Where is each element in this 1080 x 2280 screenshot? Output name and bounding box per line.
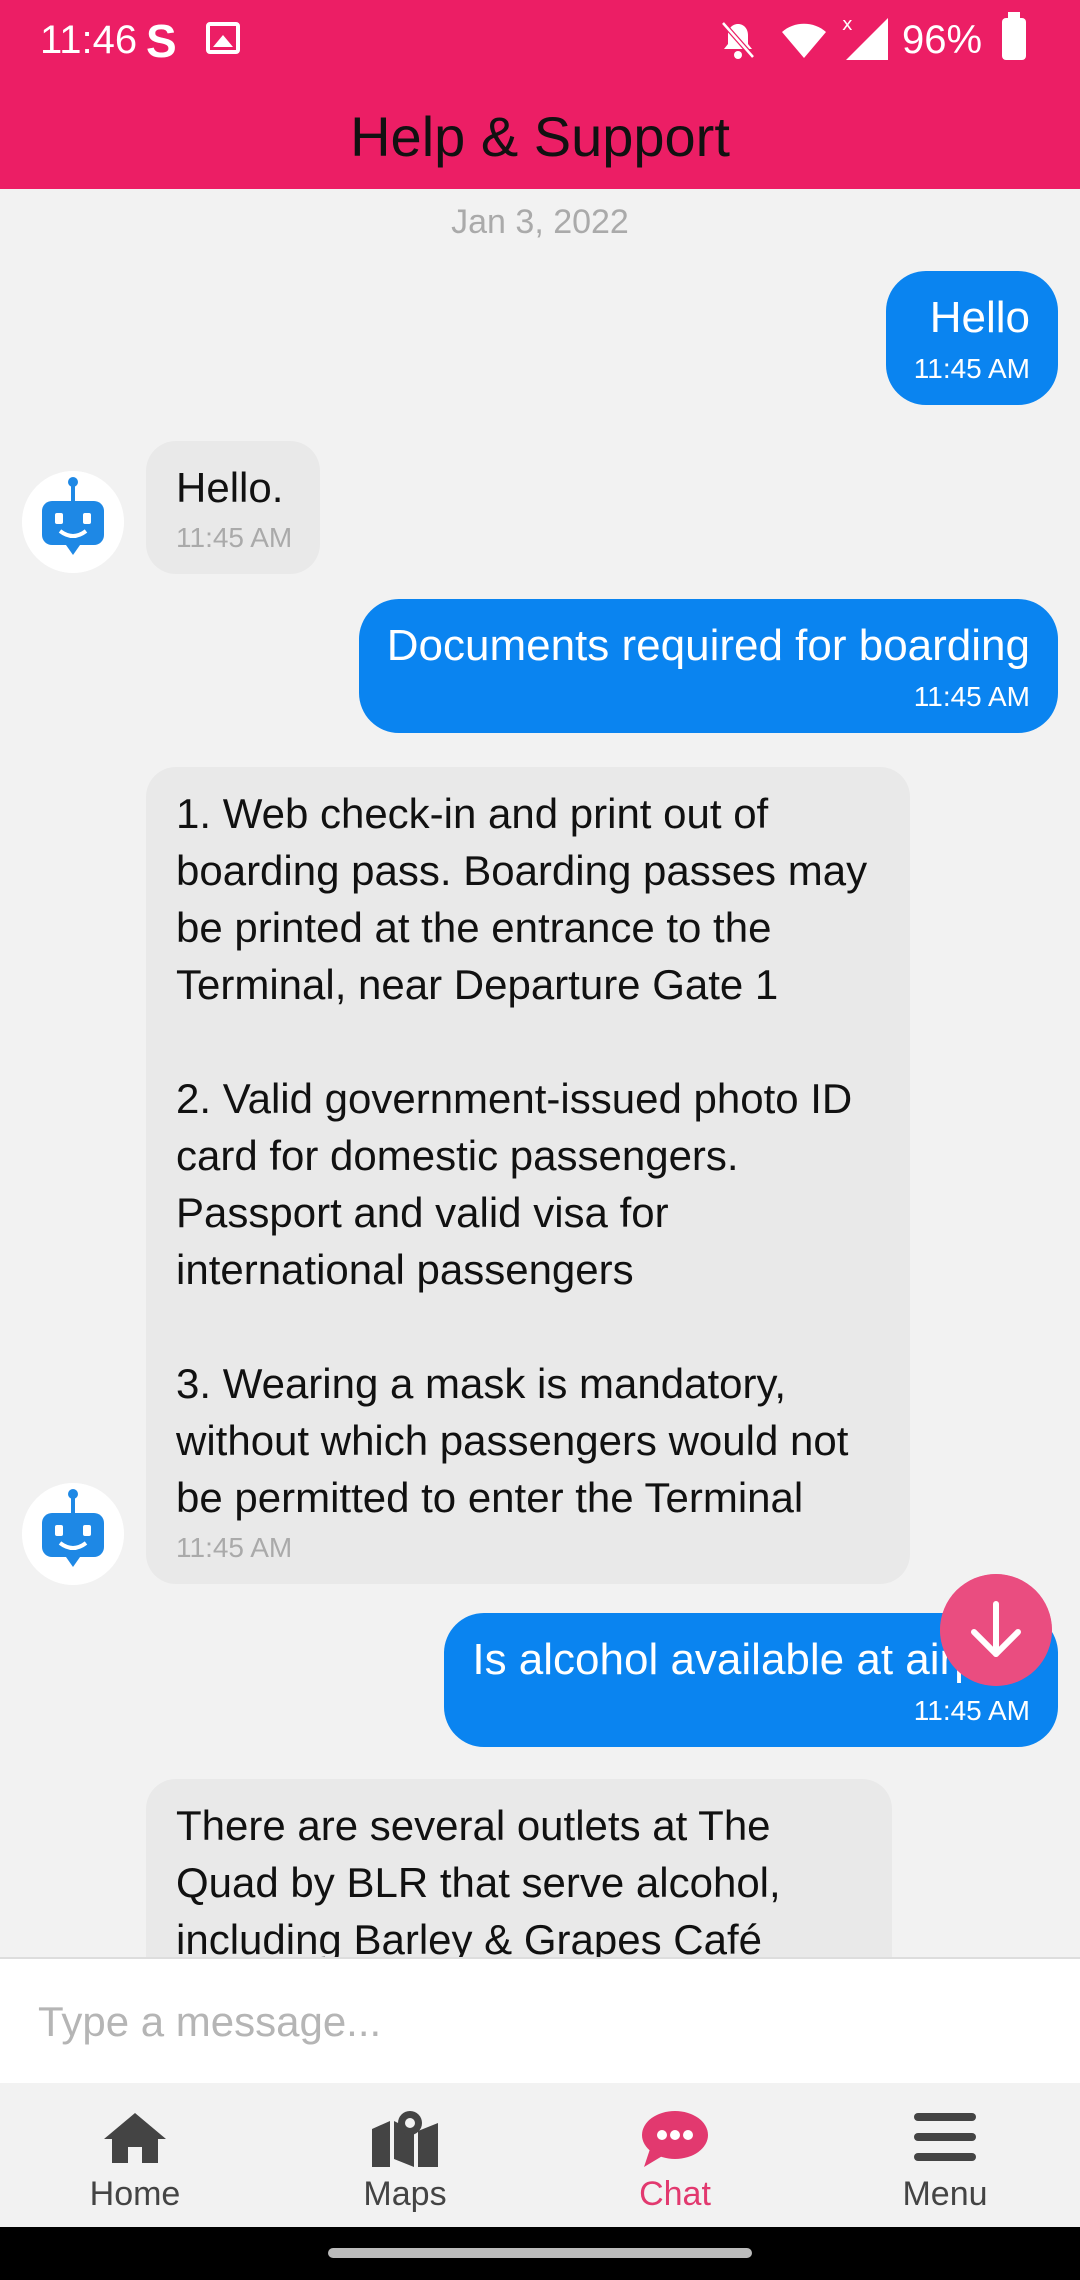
app-header: 11:46 S x 96% Help & Support xyxy=(0,0,1080,189)
bot-message[interactable]: There are several outlets at The Quad by… xyxy=(146,1779,892,1957)
message-time: 11:45 AM xyxy=(176,1532,293,1563)
message-text: Hello xyxy=(929,293,1030,342)
chat-thread[interactable]: Jan 3, 2022 Hello 11:45 AM Hello. 11:45 … xyxy=(0,189,1080,1957)
user-message[interactable]: Hello 11:45 AM xyxy=(885,271,1058,405)
wifi-icon xyxy=(782,23,826,58)
nav-maps[interactable]: Maps xyxy=(270,2083,540,2213)
bot-avatar-icon xyxy=(22,471,124,573)
message-time: 11:45 AM xyxy=(176,522,293,553)
page-title: Help & Support xyxy=(350,105,730,168)
nav-menu[interactable]: Menu xyxy=(810,2083,1080,2213)
bot-avatar-icon xyxy=(22,1483,124,1585)
nav-label: Chat xyxy=(639,2175,711,2213)
home-gesture-pill[interactable] xyxy=(328,2248,752,2258)
nav-chat[interactable]: Chat xyxy=(540,2083,810,2213)
message-input-bar xyxy=(0,1957,1080,2083)
message-text: There are several outlets at The Quad by… xyxy=(176,1802,781,1957)
battery-icon xyxy=(1002,12,1026,60)
nav-label: Maps xyxy=(363,2175,447,2213)
menu-icon xyxy=(914,2113,976,2161)
message-text: Documents required for boarding xyxy=(386,621,1030,670)
system-navigation-bar xyxy=(0,2227,1080,2280)
status-time: 11:46 xyxy=(40,18,138,62)
signal-icon: x xyxy=(842,14,888,60)
do-not-disturb-bell-icon xyxy=(721,21,755,59)
message-time: 11:45 AM xyxy=(913,1695,1030,1726)
message-time: 11:45 AM xyxy=(913,353,1030,384)
message-text: 1. Web check-in and print out of boardin… xyxy=(176,790,868,1521)
message-time: 11:45 AM xyxy=(913,681,1030,712)
svg-text:x: x xyxy=(842,14,853,35)
nav-label: Home xyxy=(89,2175,181,2213)
image-icon xyxy=(206,22,240,54)
status-bar: 11:46 S x 96% xyxy=(0,0,1080,80)
scroll-to-bottom-button[interactable] xyxy=(940,1574,1052,1686)
date-separator: Jan 3, 2022 xyxy=(451,203,629,241)
bot-message[interactable]: 1. Web check-in and print out of boardin… xyxy=(146,767,910,1584)
nav-home[interactable]: Home xyxy=(0,2083,270,2213)
chat-icon xyxy=(642,2111,708,2167)
s-app-icon: S xyxy=(146,15,177,67)
message-text: Hello. xyxy=(176,464,284,511)
home-icon xyxy=(104,2113,166,2163)
battery-percent: 96% xyxy=(902,18,983,62)
user-message[interactable]: Documents required for boarding 11:45 AM xyxy=(358,599,1058,733)
map-icon xyxy=(372,2111,438,2167)
nav-label: Menu xyxy=(902,2175,988,2213)
message-input[interactable] xyxy=(38,1985,1038,2059)
bot-message[interactable]: Hello. 11:45 AM xyxy=(146,441,321,574)
